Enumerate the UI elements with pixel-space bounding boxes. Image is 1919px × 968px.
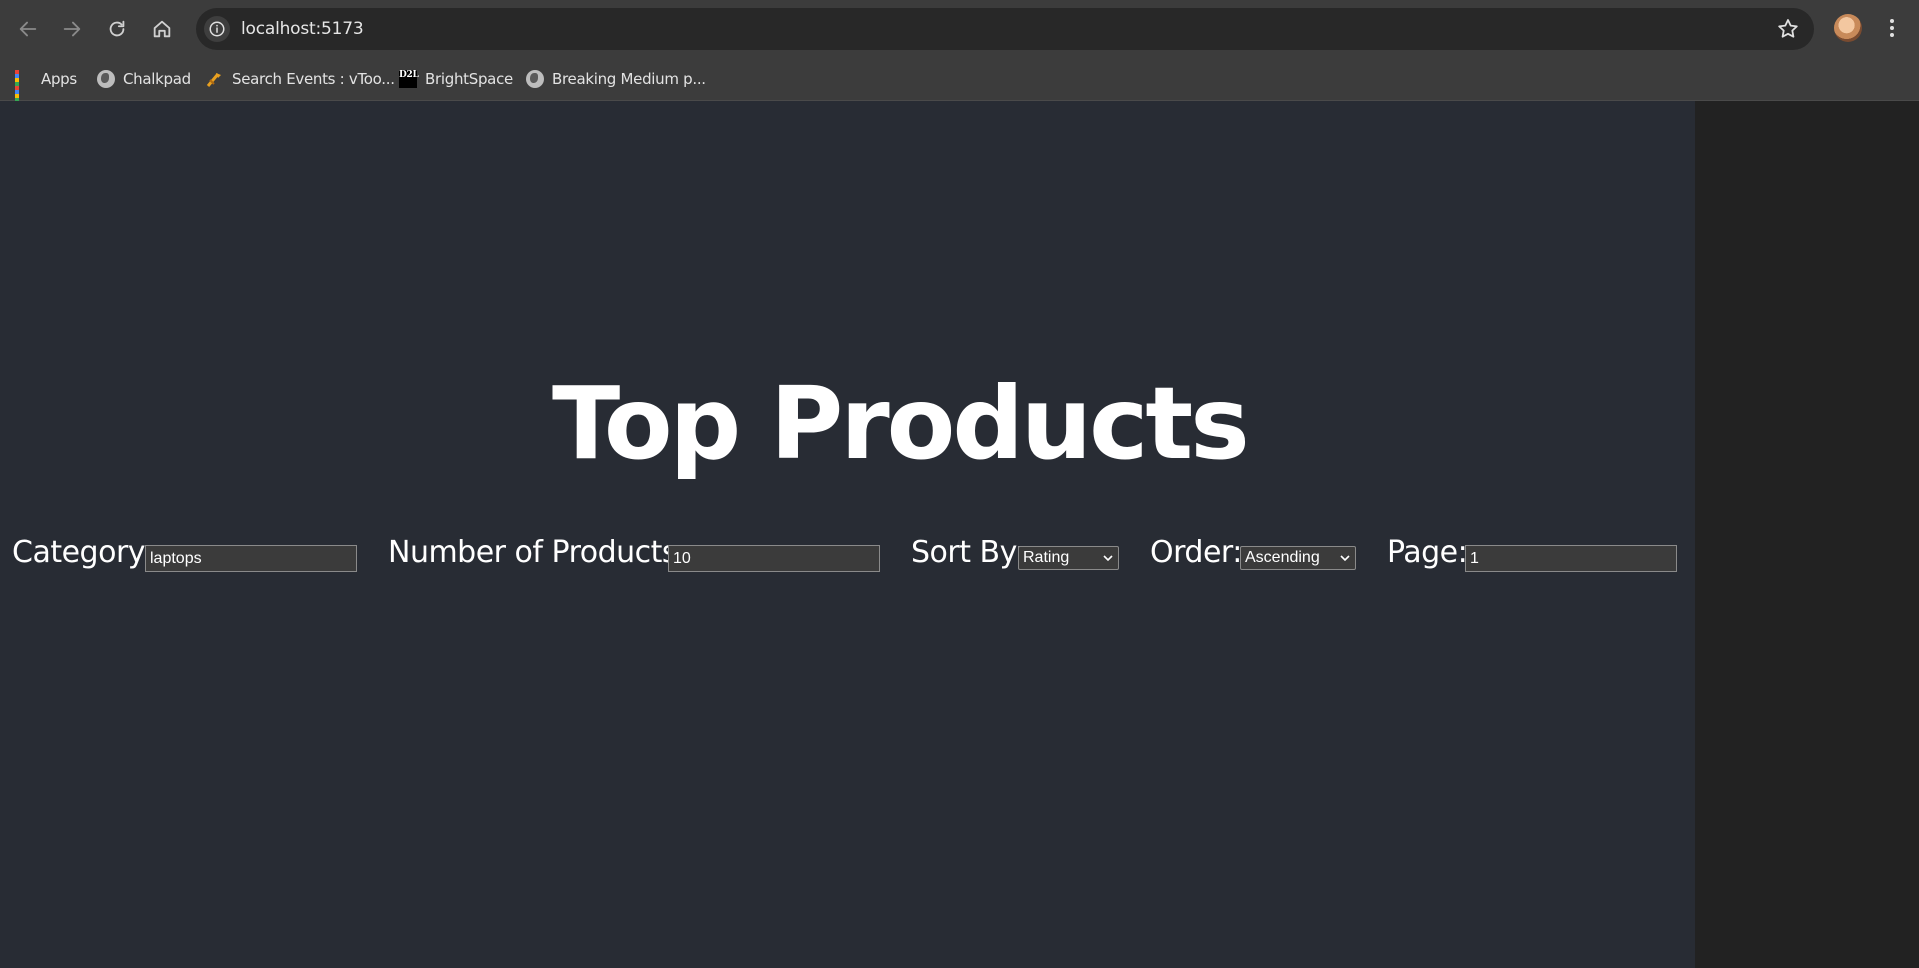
- bookmark-label: Breaking Medium p...: [552, 70, 706, 88]
- order-value: Ascending: [1245, 549, 1320, 566]
- chevron-down-icon: [1340, 555, 1350, 562]
- bookmark-vtools[interactable]: Search Events : vToo...: [206, 66, 395, 92]
- globe-icon: [97, 70, 115, 88]
- bookmark-star-icon[interactable]: [1776, 17, 1800, 41]
- address-bar[interactable]: localhost:5173: [196, 8, 1814, 50]
- back-arrow-icon: [19, 21, 37, 37]
- category-input[interactable]: [145, 545, 357, 572]
- page-input[interactable]: [1465, 545, 1677, 572]
- bookmark-brightspace[interactable]: D2L BrightSpace: [399, 66, 513, 92]
- order-select[interactable]: Ascending: [1240, 546, 1356, 570]
- bookmark-label: Apps: [41, 70, 77, 88]
- bookmarks-bar: Apps Chalkpad Search Events : vToo... D2…: [0, 58, 1919, 106]
- page-title: Top Products: [552, 365, 1250, 482]
- back-button[interactable]: [11, 12, 45, 46]
- d2l-icon: D2L: [399, 70, 419, 88]
- reload-button[interactable]: [100, 12, 134, 46]
- forward-arrow-icon: [63, 21, 81, 37]
- page-label: Page:: [1387, 535, 1468, 570]
- category-label: Category:: [12, 535, 153, 570]
- page-side-panel: [1695, 101, 1919, 968]
- home-button[interactable]: [145, 12, 179, 46]
- bookmark-label: Search Events : vToo...: [232, 70, 395, 88]
- sort-by-select[interactable]: Rating: [1018, 546, 1119, 570]
- order-label: Order:: [1150, 535, 1242, 570]
- bookmark-label: Chalkpad: [123, 70, 191, 88]
- home-icon: [153, 20, 171, 38]
- bookmark-label: BrightSpace: [425, 70, 513, 88]
- profile-avatar[interactable]: [1834, 14, 1862, 42]
- reload-icon: [109, 20, 125, 37]
- vtools-icon: [206, 70, 224, 88]
- num-products-input[interactable]: [668, 545, 880, 572]
- num-products-label: Number of Products:: [388, 535, 687, 570]
- site-info-icon[interactable]: [204, 16, 230, 42]
- browser-toolbar: localhost:5173: [0, 0, 1919, 58]
- url-text[interactable]: localhost:5173: [241, 19, 364, 39]
- bookmark-breaking-medium[interactable]: Breaking Medium p...: [526, 66, 706, 92]
- bookmark-apps[interactable]: Apps: [15, 66, 77, 106]
- sort-by-value: Rating: [1023, 549, 1070, 566]
- forward-button[interactable]: [55, 12, 89, 46]
- sort-by-label: Sort By:: [911, 535, 1025, 570]
- globe-icon: [526, 70, 544, 88]
- chevron-down-icon: [1103, 555, 1113, 562]
- bookmark-chalkpad[interactable]: Chalkpad: [97, 66, 191, 92]
- apps-grid-icon: [15, 70, 33, 106]
- browser-menu-icon[interactable]: [1880, 14, 1904, 42]
